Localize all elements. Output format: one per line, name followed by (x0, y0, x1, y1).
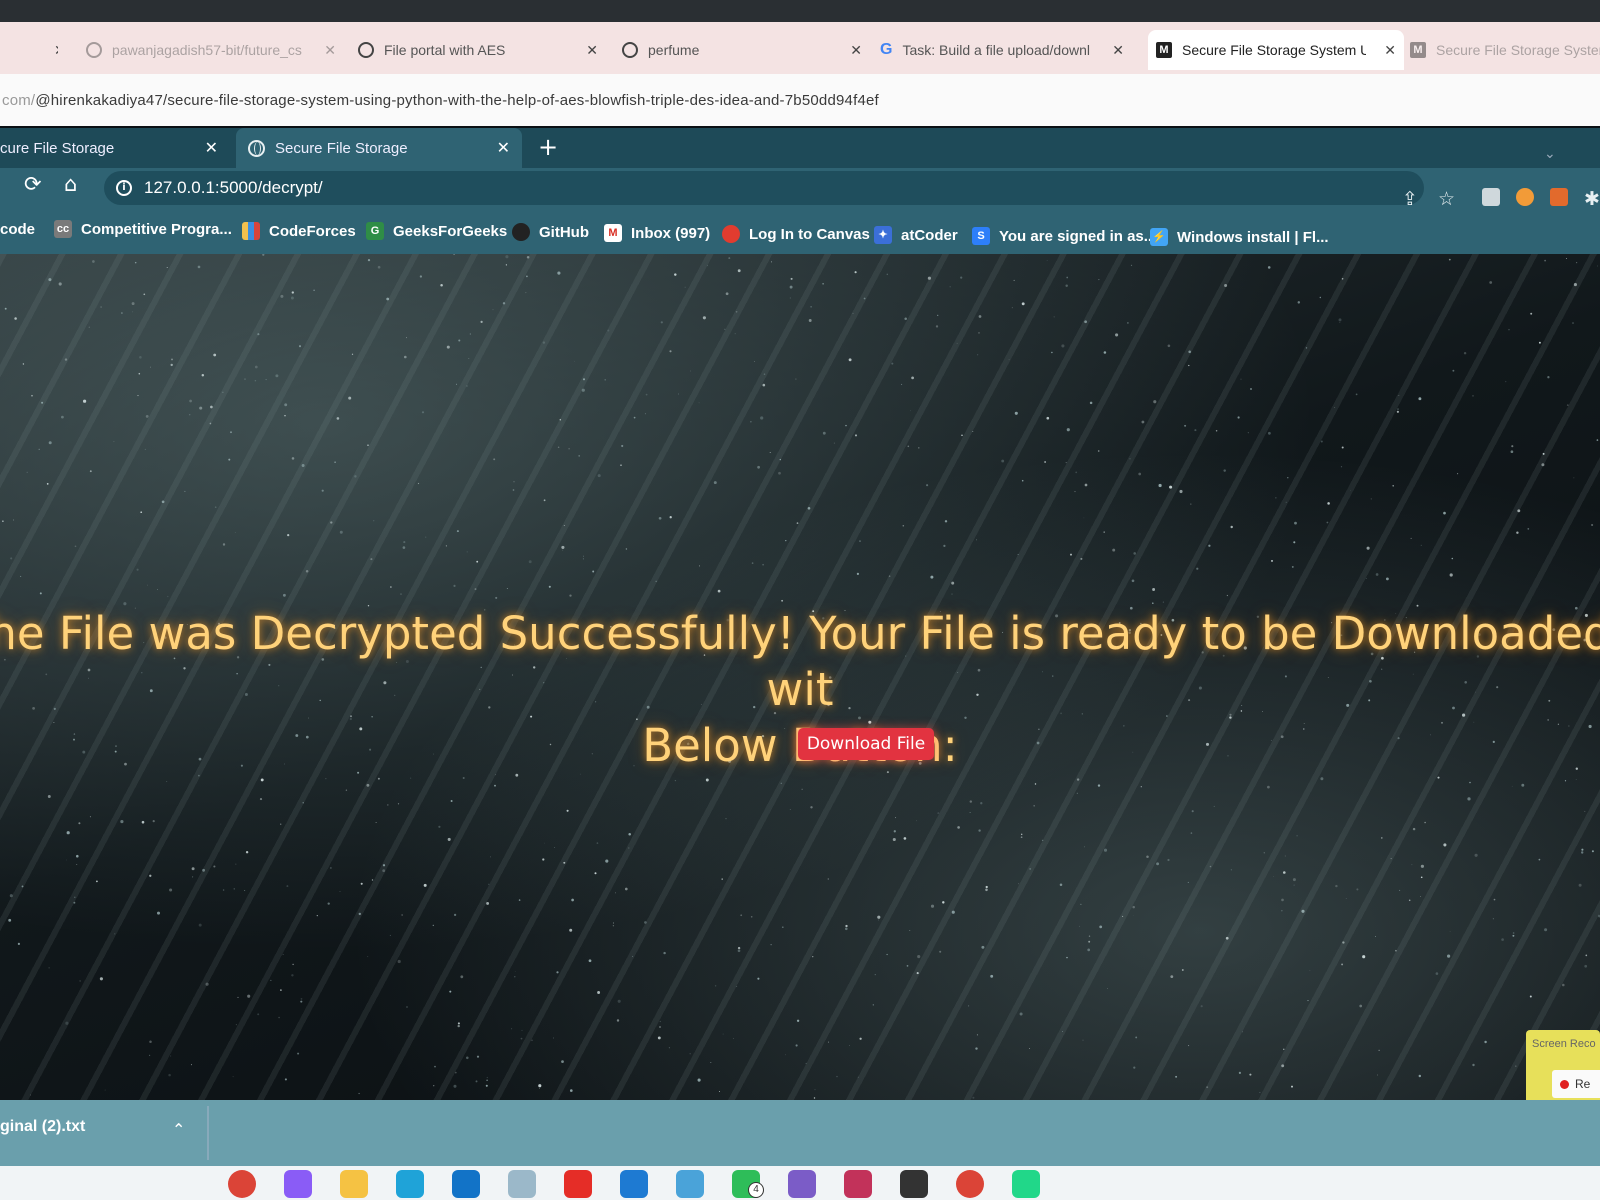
tab-search-icon[interactable]: ⌄ (1544, 146, 1556, 162)
copilot-icon[interactable] (284, 1170, 312, 1198)
close-icon[interactable]: ✕ (1104, 42, 1124, 59)
chrome-profile-icon[interactable] (956, 1170, 984, 1198)
bookmark-github[interactable]: GitHub (512, 215, 589, 249)
google-icon: G (880, 41, 893, 58)
close-icon[interactable]: ✕ (842, 42, 862, 59)
extension-icon[interactable] (1516, 188, 1534, 206)
extension-icon[interactable] (1550, 188, 1568, 206)
star-icon[interactable]: ☆ (1438, 188, 1455, 210)
globe-icon (622, 42, 638, 58)
medium-icon: M (1156, 42, 1172, 58)
screen-recorder-panel: Screen Reco Re (1526, 1030, 1600, 1100)
inner-tab[interactable]: cure File Storage ✕ (0, 128, 226, 168)
s-icon: S (972, 227, 990, 245)
extensions-puzzle-icon[interactable]: ✱ (1584, 188, 1600, 210)
outer-tab[interactable]: pawanjagadish57-bit/future_cs ✕ (86, 30, 336, 70)
chrome-icon[interactable] (228, 1170, 256, 1198)
display-icon[interactable] (676, 1170, 704, 1198)
outer-tab-active[interactable]: M Secure File Storage System Usi ✕ (1148, 30, 1404, 70)
whatsapp-badge: 4 (748, 1182, 764, 1198)
close-icon[interactable]: ✕ (46, 42, 58, 59)
site-info-icon[interactable]: i (116, 180, 132, 196)
close-icon[interactable]: ✕ (497, 138, 510, 158)
outer-tab[interactable]: G Task: Build a file upload/downl ✕ (880, 30, 1124, 70)
bookmark-canvas[interactable]: Log In to Canvas (722, 217, 870, 251)
bookmark-signed-in[interactable]: S You are signed in as... (972, 219, 1156, 253)
media-player-icon[interactable] (900, 1170, 928, 1198)
gmail-icon: M (604, 224, 622, 242)
photos-icon[interactable] (508, 1170, 536, 1198)
outlook-icon[interactable] (452, 1170, 480, 1198)
screen-recorder-icon[interactable] (844, 1170, 872, 1198)
address-text: 127.0.0.1:5000/decrypt/ (144, 178, 323, 197)
inner-tab-active[interactable]: Secure File Storage ✕ (236, 128, 522, 168)
bookmark-code[interactable]: code (0, 212, 35, 246)
close-icon[interactable]: ✕ (316, 42, 336, 59)
file-explorer-icon[interactable] (340, 1170, 368, 1198)
bookmark-codeforces[interactable]: CodeForces (242, 214, 356, 248)
vscode-icon[interactable] (620, 1170, 648, 1198)
codeforces-icon (242, 222, 260, 240)
medium-icon: M (1410, 42, 1426, 58)
edge-icon[interactable] (396, 1170, 424, 1198)
outer-address-bar[interactable]: com/@hirenkakadiya47/secure-file-storage… (0, 74, 1600, 126)
address-bar[interactable]: i 127.0.0.1:5000/decrypt/ (104, 171, 1424, 205)
outer-url: com/@hirenkakadiya47/secure-file-storage… (2, 91, 879, 109)
pycharm-icon[interactable] (1012, 1170, 1040, 1198)
github-icon (86, 42, 102, 58)
github-icon (512, 223, 530, 241)
globe-icon (358, 42, 374, 58)
chevron-up-icon[interactable]: ⌃ (172, 1120, 185, 1139)
bookmark-atcoder[interactable]: ✦ atCoder (874, 218, 958, 252)
canvas-icon (722, 225, 740, 243)
bookmark-gmail[interactable]: M Inbox (997) (604, 216, 710, 250)
gfg-icon: G (366, 222, 384, 240)
home-icon[interactable]: ⌂ (64, 172, 77, 196)
share-icon[interactable]: ⇪ (1402, 188, 1418, 210)
flutter-icon: ⚡ (1150, 228, 1168, 246)
visual-studio-icon[interactable] (788, 1170, 816, 1198)
outer-tab[interactable]: perfume ✕ (622, 30, 862, 70)
outer-tab[interactable]: File portal with AES ✕ (358, 30, 598, 70)
record-icon (1560, 1079, 1569, 1089)
bookmark-competitive-programming[interactable]: cc Competitive Progra... (54, 212, 232, 246)
close-icon[interactable]: ✕ (205, 138, 218, 158)
close-icon[interactable]: ✕ (1376, 42, 1396, 59)
youtube-icon[interactable] (564, 1170, 592, 1198)
cc-icon: cc (54, 220, 72, 238)
atcoder-icon: ✦ (874, 226, 892, 244)
extension-icon[interactable] (1482, 188, 1500, 206)
bookmark-geeksforgeeks[interactable]: G GeeksForGeeks (366, 214, 507, 248)
outer-tab[interactable]: M Secure File Storage System U (1410, 30, 1600, 70)
bookmark-windows-install[interactable]: ⚡ Windows install | Fl... (1150, 220, 1329, 254)
page-content: he File was Decrypted Successfully! Your… (0, 254, 1600, 1100)
reload-icon[interactable]: ⟳ (24, 172, 42, 196)
close-icon[interactable]: ✕ (578, 42, 598, 59)
outer-tab-close-0[interactable]: ✕ (46, 30, 58, 70)
download-item[interactable]: ginal (2).txt (0, 1118, 85, 1136)
record-button[interactable]: Re (1552, 1070, 1600, 1098)
download-bar (0, 1100, 1600, 1166)
divider (207, 1106, 209, 1160)
new-tab-button[interactable]: + (538, 134, 558, 160)
globe-icon (248, 139, 265, 157)
download-file-button[interactable]: Download File (798, 728, 934, 760)
